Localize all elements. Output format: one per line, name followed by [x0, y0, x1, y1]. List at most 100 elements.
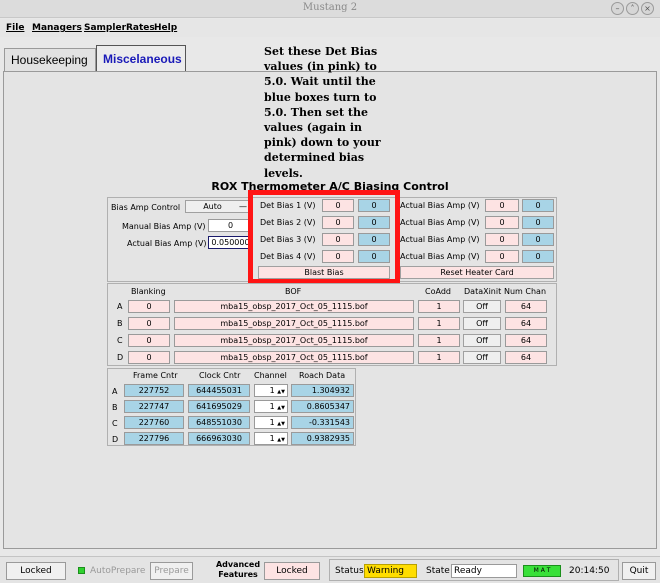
spinner-arrows-icon[interactable]: ▲▼ [277, 405, 285, 411]
menu-help[interactable]: Help [154, 23, 177, 33]
annotation-note: Set these Det Bias values (in pink) to 5… [264, 44, 384, 181]
actual-amp-label: Actual Bias Amp (V) [400, 235, 480, 244]
prepare-button[interactable]: Prepare [150, 562, 193, 580]
row-id: C [112, 419, 118, 428]
row-id: B [117, 319, 123, 328]
status-label: Status [335, 566, 364, 576]
manual-bias-amp-input[interactable]: 0 [208, 219, 253, 232]
menu-file[interactable]: File [6, 23, 24, 33]
actual-amp-set-input[interactable]: 0 [485, 233, 519, 246]
blanking-input[interactable]: 0 [128, 351, 170, 364]
frame-cntr-value: 227796 [124, 432, 184, 445]
spinner-arrows-icon[interactable]: ▲▼ [277, 389, 285, 395]
menu-bar: File Managers SamplerRates Help [0, 19, 660, 37]
channel-header: Channel [254, 371, 287, 380]
channel-spinner[interactable]: 1 ▲▼ [254, 416, 288, 429]
actual-amp-value: 0 [522, 233, 554, 246]
autoprepare-label: AutoPrepare [90, 566, 146, 576]
frame-cntr-header: Frame Cntr [133, 371, 178, 380]
blanking-input[interactable]: 0 [128, 334, 170, 347]
roach-data-value: -0.331543 [291, 416, 354, 429]
numchan-input[interactable]: 64 [505, 334, 547, 347]
bof-file-input[interactable]: mba15_obsp_2017_Oct_05_1115.bof [174, 300, 414, 313]
clock-cntr-value: 641695029 [188, 400, 250, 413]
dataxinit-toggle[interactable]: Off [463, 334, 501, 347]
actual-amp-set-input[interactable]: 0 [485, 250, 519, 263]
menu-managers[interactable]: Managers [32, 23, 82, 33]
actual-amp-label: Actual Bias Amp (V) [400, 218, 480, 227]
actual-amp-set-input[interactable]: 0 [485, 216, 519, 229]
reset-heater-card-button[interactable]: Reset Heater Card [400, 266, 554, 279]
bof-file-input[interactable]: mba15_obsp_2017_Oct_05_1115.bof [174, 351, 414, 364]
dataxinit-toggle[interactable]: Off [463, 351, 501, 364]
state-value: Ready [451, 564, 517, 578]
channel-value: 1 [269, 434, 275, 443]
bias-amp-control-select[interactable]: Auto — [185, 200, 251, 213]
minimize-icon[interactable]: – [611, 2, 624, 15]
tab-housekeeping[interactable]: Housekeeping [4, 48, 96, 72]
quit-button[interactable]: Quit [622, 562, 656, 580]
coadd-input[interactable]: 1 [418, 300, 460, 313]
bof-header: BOF [285, 287, 302, 296]
row-id: D [117, 353, 124, 362]
advanced-locked-button[interactable]: Locked [264, 562, 320, 580]
coadd-input[interactable]: 1 [418, 334, 460, 347]
spinner-arrows-icon[interactable]: ▲▼ [277, 421, 285, 427]
bof-file-input[interactable]: mba15_obsp_2017_Oct_05_1115.bof [174, 334, 414, 347]
dataxinit-toggle[interactable]: Off [463, 300, 501, 313]
bof-file-input[interactable]: mba15_obsp_2017_Oct_05_1115.bof [174, 317, 414, 330]
actual-amp-value: 0 [522, 216, 554, 229]
frame-cntr-value: 227747 [124, 400, 184, 413]
dataxinit-header: DataXinit [464, 287, 502, 296]
indicator-m: M [533, 567, 539, 574]
channel-spinner[interactable]: 1 ▲▼ [254, 400, 288, 413]
locked-button[interactable]: Locked [6, 562, 66, 580]
blanking-input[interactable]: 0 [128, 300, 170, 313]
status-value: Warning [364, 564, 417, 578]
advanced-features-label: Advanced Features [215, 560, 261, 580]
blanking-header: Blanking [131, 287, 166, 296]
row-id: D [112, 435, 119, 444]
close-icon[interactable]: × [641, 2, 654, 15]
roach-data-value: 0.9382935 [291, 432, 354, 445]
advanced-line: Advanced [215, 560, 261, 569]
coadd-input[interactable]: 1 [418, 351, 460, 364]
tab-miscelaneous[interactable]: Miscelaneous [96, 45, 186, 72]
numchan-input[interactable]: 64 [505, 351, 547, 364]
menu-samplerrates[interactable]: SamplerRates [84, 23, 155, 33]
dataxinit-toggle[interactable]: Off [463, 317, 501, 330]
frame-cntr-value: 227760 [124, 416, 184, 429]
bias-amp-control-value: Auto [203, 202, 222, 211]
numchan-input[interactable]: 64 [505, 300, 547, 313]
state-label: State [426, 566, 450, 576]
indicator-t: T [546, 567, 551, 574]
clock-cntr-value: 644455031 [188, 384, 250, 397]
actual-amp-set-input[interactable]: 0 [485, 199, 519, 212]
blanking-input[interactable]: 0 [128, 317, 170, 330]
frame-cntr-value: 227752 [124, 384, 184, 397]
mat-indicator: M A T [523, 565, 561, 577]
actual-amp-value: 0 [522, 250, 554, 263]
actual-bias-amp-label: Actual Bias Amp (V) [127, 239, 207, 248]
note-line: levels. [264, 166, 303, 180]
channel-spinner[interactable]: 1 ▲▼ [254, 384, 288, 397]
dropdown-icon: — [239, 202, 247, 211]
clock-cntr-value: 666963030 [188, 432, 250, 445]
actual-amp-label: Actual Bias Amp (V) [400, 252, 480, 261]
numchan-input[interactable]: 64 [505, 317, 547, 330]
manual-bias-amp-label: Manual Bias Amp (V) [122, 222, 206, 231]
coadd-input[interactable]: 1 [418, 317, 460, 330]
note-line: determined bias [264, 151, 365, 165]
note-line: values (in pink) to [264, 60, 377, 74]
note-line: values (again in [264, 121, 363, 135]
features-line: Features [218, 570, 258, 579]
channel-spinner[interactable]: 1 ▲▼ [254, 432, 288, 445]
spinner-arrows-icon[interactable]: ▲▼ [277, 437, 285, 443]
indicator-a: A [540, 567, 545, 574]
actual-bias-amp-input[interactable]: 0.050000 [208, 236, 253, 249]
autoprepare-checkbox[interactable] [78, 567, 85, 574]
roach-data-header: Roach Data [299, 371, 346, 380]
row-id: A [112, 387, 118, 396]
maximize-icon[interactable]: ˄ [626, 2, 639, 15]
row-id: A [117, 302, 123, 311]
